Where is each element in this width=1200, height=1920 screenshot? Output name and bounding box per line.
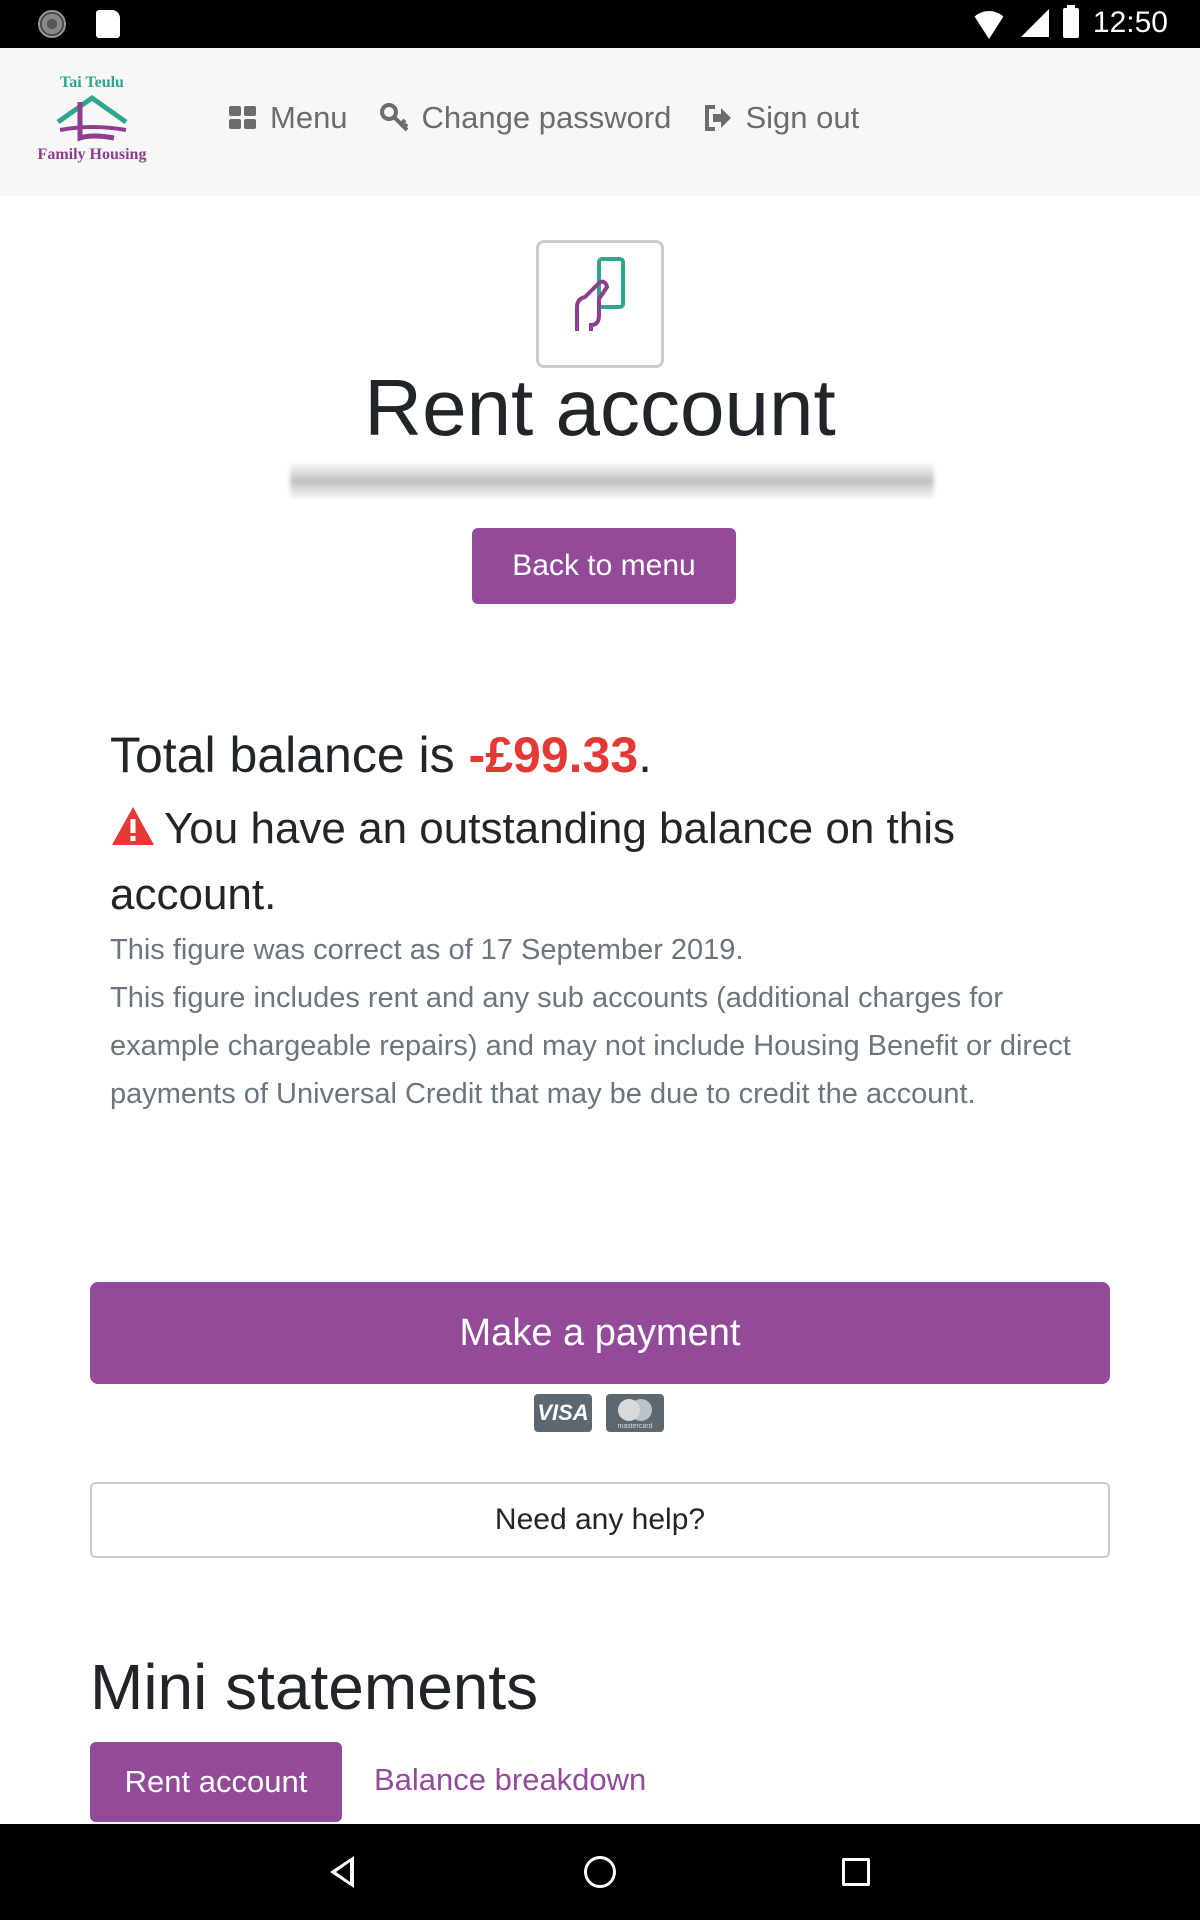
- accepted-cards: VISA mastercard: [534, 1394, 664, 1432]
- logo[interactable]: Tai Teulu Family Housing: [32, 74, 152, 170]
- date-note: This figure was correct as of 17 Septemb…: [110, 934, 744, 966]
- balance-info: This figure was correct as of 17 Septemb…: [110, 926, 1100, 1118]
- warning-text: You have an outstanding balance on this …: [110, 804, 956, 919]
- nav-menu[interactable]: Menu: [228, 100, 348, 136]
- recent-apps-icon[interactable]: [842, 1858, 870, 1886]
- mastercard-icon: mastercard: [606, 1394, 664, 1432]
- mini-statements-title: Mini statements: [90, 1651, 539, 1723]
- grid-icon: [229, 106, 256, 129]
- signal-icon: [1020, 9, 1049, 37]
- status-time: 12:50: [1092, 6, 1168, 39]
- nav-menu-label: Menu: [270, 100, 348, 135]
- top-nav: Menu Change password Sign out: [228, 100, 859, 136]
- back-to-menu-button[interactable]: Back to menu: [472, 528, 736, 604]
- page-title: Rent account: [364, 363, 836, 452]
- visa-icon: VISA: [534, 1394, 592, 1432]
- warning-icon: [112, 807, 154, 845]
- hand-card-icon: [575, 257, 625, 331]
- sd-card-icon: [96, 10, 120, 38]
- nav-sign-out[interactable]: Sign out: [703, 100, 859, 136]
- house-logo-icon: [56, 94, 128, 142]
- redacted-account-reference: [290, 464, 934, 498]
- mastercard-label: mastercard: [617, 1423, 653, 1430]
- sign-out-icon: [705, 105, 732, 131]
- wifi-icon: [970, 11, 1007, 39]
- battery-icon: [1062, 5, 1079, 38]
- tab-rent-account[interactable]: Rent account: [90, 1742, 342, 1822]
- tab-balance-breakdown[interactable]: Balance breakdown: [374, 1762, 646, 1798]
- system-nav-bar: [0, 1824, 1200, 1920]
- includes-note: This figure includes rent and any sub ac…: [110, 982, 1071, 1110]
- logo-top-text: Tai Teulu: [60, 74, 124, 91]
- balance-suffix: .: [638, 727, 653, 783]
- key-icon: [379, 103, 408, 132]
- balance-amount: -£99.33: [468, 727, 639, 783]
- nav-change-password[interactable]: Change password: [379, 100, 672, 136]
- home-icon[interactable]: [584, 1856, 616, 1888]
- sync-icon: [38, 10, 66, 38]
- need-help-button[interactable]: Need any help?: [90, 1482, 1110, 1558]
- total-balance: Total balance is -£99.33.: [110, 726, 652, 784]
- outstanding-warning: You have an outstanding balance on this …: [110, 796, 1070, 928]
- nav-sign-out-label: Sign out: [745, 100, 860, 135]
- rent-account-icon-box: [536, 240, 664, 368]
- balance-prefix: Total balance is: [110, 727, 469, 783]
- make-payment-button[interactable]: Make a payment: [90, 1282, 1110, 1384]
- nav-change-password-label: Change password: [421, 100, 672, 135]
- header: Tai Teulu Family Housing Menu Change pas…: [0, 48, 1200, 196]
- logo-bottom-text: Family Housing: [37, 146, 147, 163]
- status-bar: 12:50: [0, 0, 1200, 48]
